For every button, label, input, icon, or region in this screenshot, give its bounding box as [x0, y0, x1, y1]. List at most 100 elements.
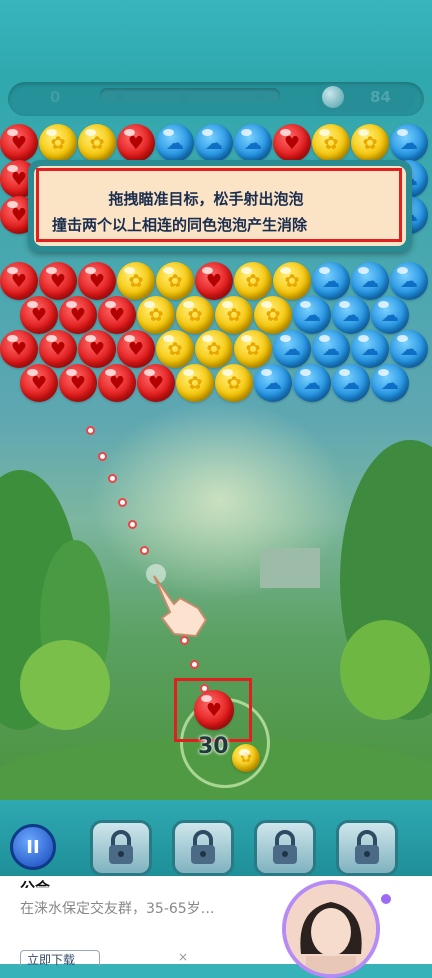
bubble-symbol: ♥ [10, 132, 28, 154]
bubble-symbol: ✿ [323, 132, 339, 154]
blue-bubble: ☁ [156, 124, 194, 162]
bubble-symbol: ☁ [166, 132, 184, 154]
blue-bubble: ☁ [351, 262, 389, 300]
star-icon: ★ [175, 86, 192, 107]
bubble-symbol: ♥ [88, 338, 106, 360]
star-icon: ★ [112, 86, 129, 107]
blue-bubble: ☁ [390, 330, 428, 368]
bubble-symbol: ☁ [381, 304, 399, 326]
lock-icon [109, 830, 133, 864]
yellow-bubble: ✿ [351, 124, 389, 162]
blue-bubble: ☁ [312, 330, 350, 368]
red-bubble: ♥ [59, 364, 97, 402]
yellow-bubble: ✿ [176, 296, 214, 334]
bubble-symbol: ♥ [283, 132, 301, 154]
bubble-symbol: ♥ [30, 304, 48, 326]
blue-bubble: ☁ [332, 296, 370, 334]
bubble-symbol: ✿ [362, 132, 378, 154]
blue-bubble: ☁ [332, 364, 370, 402]
red-bubble: ♥ [0, 262, 38, 300]
blue-bubble: ☁ [273, 330, 311, 368]
red-bubble: ♥ [59, 296, 97, 334]
red-bubble: ♥ [78, 262, 116, 300]
red-bubble: ♥ [0, 330, 38, 368]
blue-bubble: ☁ [312, 262, 350, 300]
bubble-symbol: ♥ [10, 338, 28, 360]
yellow-bubble: ✿ [215, 364, 253, 402]
yellow-bubble: ✿ [273, 262, 311, 300]
bubble-symbol: ✿ [89, 132, 105, 154]
bubble-symbol: ☁ [322, 338, 340, 360]
bubble-symbol: ♥ [49, 338, 67, 360]
bubble-symbol: ☁ [303, 372, 321, 394]
pause-button[interactable]: II [10, 824, 56, 870]
bubble-symbol: ✿ [206, 338, 222, 360]
ad-avatar [282, 880, 380, 978]
blue-bubble: ☁ [293, 296, 331, 334]
aim-dot [118, 498, 127, 507]
bubble-symbol: ☁ [400, 338, 418, 360]
red-bubble: ♥ [98, 296, 136, 334]
bubble-symbol: ☁ [342, 304, 360, 326]
blue-bubble: ☁ [390, 262, 428, 300]
bubble-symbol: ♥ [69, 304, 87, 326]
yellow-bubble: ✿ [117, 262, 155, 300]
red-bubble: ♥ [20, 296, 58, 334]
ad-close-icon[interactable]: × [178, 950, 188, 964]
bubble-symbol: ♥ [108, 372, 126, 394]
red-bubble: ♥ [273, 124, 311, 162]
ad-indicator-dot [381, 894, 391, 904]
bubble-symbol: ✿ [284, 270, 300, 292]
bubble-symbol: ☁ [400, 132, 418, 154]
bubble-symbol: ☁ [400, 270, 418, 292]
lock-icon [355, 830, 379, 864]
yellow-bubble: ✿ [176, 364, 214, 402]
star-icon: ★ [252, 86, 269, 107]
tutorial-line-1: 拖拽瞄准目标，松手射出泡泡 [108, 190, 304, 208]
red-bubble: ♥ [195, 262, 233, 300]
locked-booster-button[interactable] [90, 820, 152, 876]
distant-house [260, 548, 320, 588]
bubble-symbol: ♥ [10, 270, 28, 292]
bubble-symbol: ✿ [245, 270, 261, 292]
blue-bubble: ☁ [254, 364, 292, 402]
red-bubble: ♥ [98, 364, 136, 402]
red-bubble: ♥ [78, 330, 116, 368]
aim-dot [98, 452, 107, 461]
blue-bubble: ☁ [390, 124, 428, 162]
aim-dot [128, 520, 137, 529]
next-bubble[interactable]: ✿ [232, 744, 260, 772]
yellow-bubble: ✿ [254, 296, 292, 334]
balls-remaining: 84 [370, 88, 391, 106]
bubble-symbol: ☁ [361, 270, 379, 292]
locked-booster-button[interactable] [254, 820, 316, 876]
bubble-symbol: ☁ [205, 132, 223, 154]
aim-dot [86, 426, 95, 435]
bush-right [340, 620, 430, 720]
portrait-image [286, 884, 376, 974]
blue-bubble: ☁ [195, 124, 233, 162]
bubble-symbol: ☁ [381, 372, 399, 394]
bubble-symbol: ♥ [49, 270, 67, 292]
red-bubble: ♥ [39, 262, 77, 300]
locked-booster-button[interactable] [172, 820, 234, 876]
red-bubble: ♥ [0, 124, 38, 162]
bubble-symbol: ✿ [265, 304, 281, 326]
bubble-symbol: ✿ [187, 372, 203, 394]
current-bubble[interactable]: ♥ [194, 690, 234, 730]
aim-dot [108, 474, 117, 483]
bubble-symbol: ✿ [167, 338, 183, 360]
blue-bubble: ☁ [351, 330, 389, 368]
bubble-symbol: ♥ [147, 372, 165, 394]
yellow-bubble: ✿ [78, 124, 116, 162]
bubble-symbol: ♥ [127, 132, 145, 154]
yellow-bubble: ✿ [156, 330, 194, 368]
locked-booster-button[interactable] [336, 820, 398, 876]
bubble-symbol: ☁ [303, 304, 321, 326]
blue-bubble: ☁ [293, 364, 331, 402]
bubble-symbol: ☁ [322, 270, 340, 292]
lock-icon [273, 830, 297, 864]
red-bubble: ♥ [39, 330, 77, 368]
lock-icon [191, 830, 215, 864]
ball-icon [322, 86, 344, 108]
